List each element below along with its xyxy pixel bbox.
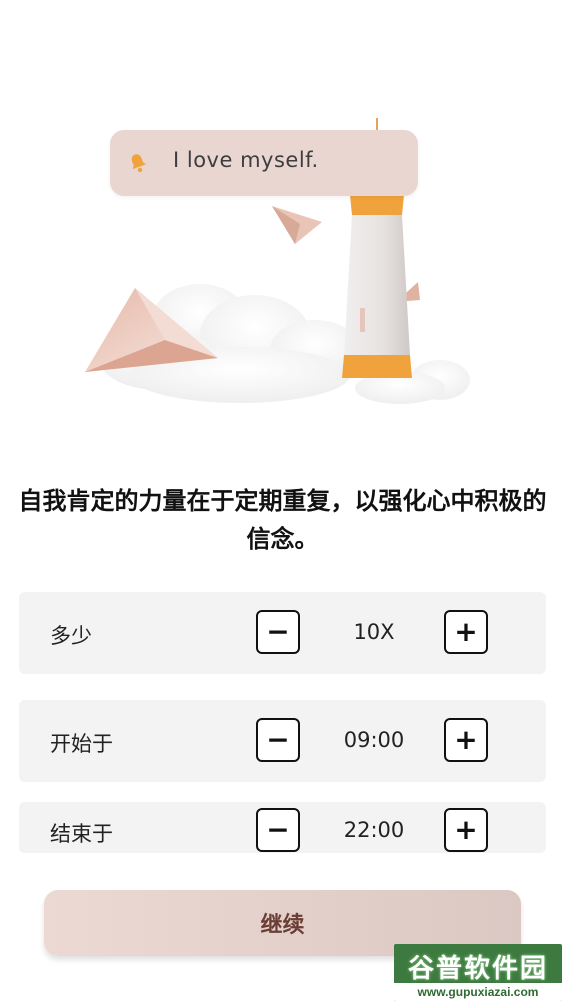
setting-value: 10X <box>353 620 395 644</box>
decrement-button[interactable]: − <box>256 808 300 852</box>
watermark-url: www.gupuxiazai.com <box>394 983 562 1001</box>
setting-count: 多少 − 10X + <box>19 592 546 674</box>
increment-button[interactable]: + <box>444 808 488 852</box>
decrement-button[interactable]: − <box>256 718 300 762</box>
bell-icon <box>131 154 146 173</box>
setting-value: 09:00 <box>343 728 405 752</box>
paper-plane-small-icon <box>272 206 322 244</box>
setting-end-time: 结束于 − 22:00 + <box>19 802 546 853</box>
watermark-logo: 谷普软件园 www.gupuxiazai.com <box>394 944 562 1001</box>
lighthouse-illustration <box>85 118 470 404</box>
decrement-button[interactable]: − <box>256 610 300 654</box>
setting-label: 开始于 <box>50 732 113 756</box>
page-heading: 自我肯定的力量在于定期重复，以强化心中积极的信念。 <box>18 487 547 553</box>
increment-button[interactable]: + <box>444 718 488 762</box>
watermark-title: 谷普软件园 <box>407 954 548 984</box>
increment-button[interactable]: + <box>444 610 488 654</box>
setting-label: 多少 <box>50 624 92 648</box>
setting-value: 22:00 <box>343 818 405 842</box>
setting-start-time: 开始于 − 09:00 + <box>19 700 546 782</box>
setting-label: 结束于 <box>50 822 113 846</box>
notification-bubble: I love myself. <box>110 130 418 196</box>
notification-text: I love myself. <box>173 148 319 172</box>
